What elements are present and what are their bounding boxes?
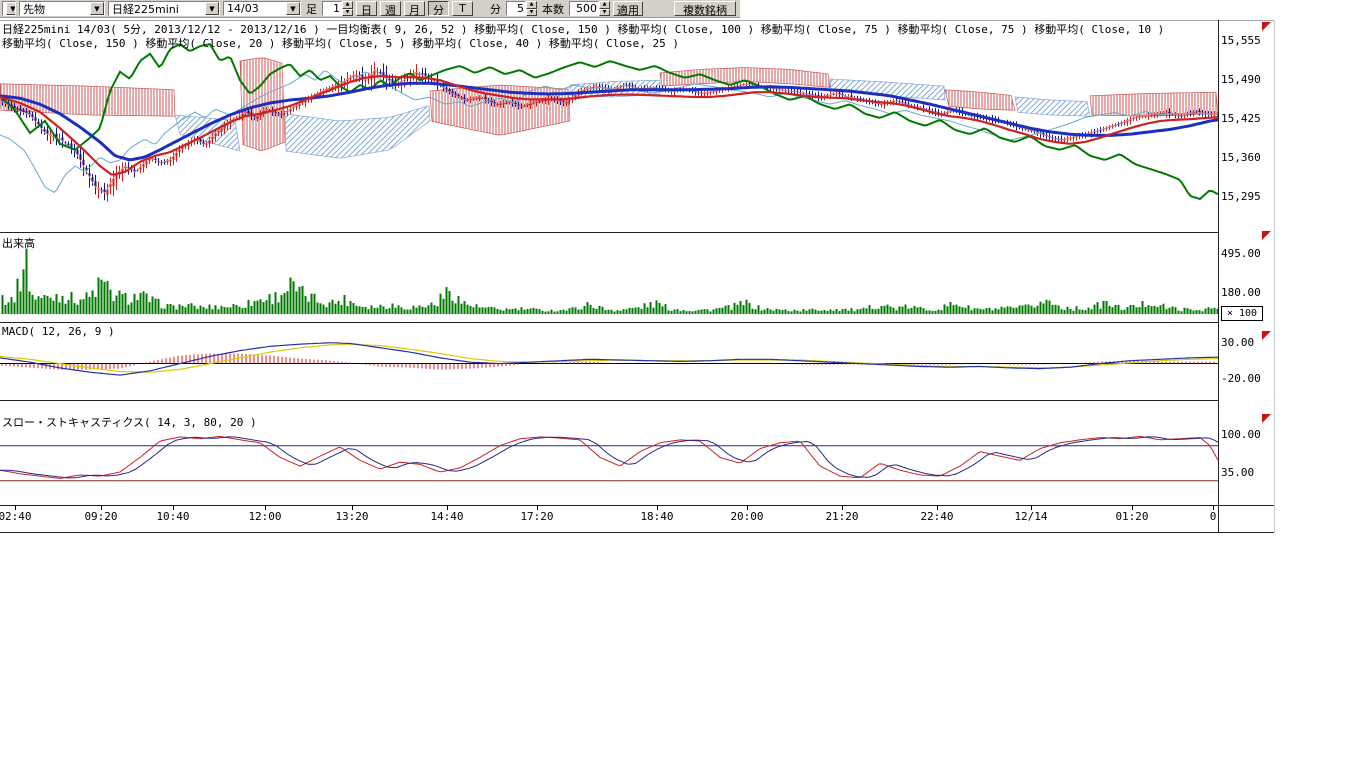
symbol-combo[interactable]: 日経225mini ▼: [108, 1, 220, 16]
category-combo[interactable]: 先物 ▼: [19, 1, 105, 16]
price-panel: [0, 44, 1219, 202]
minute-label: 分: [488, 1, 503, 17]
x-axis-label: 17:20: [520, 510, 553, 523]
y-axis-label: -20.00: [1221, 372, 1261, 385]
minute-stepper: ▲▼: [506, 1, 537, 16]
x-axis-label: 12:00: [248, 510, 281, 523]
contract-month-combo[interactable]: 14/03 ▼: [223, 1, 301, 16]
toolbar: ▼ 先物 ▼ 日経225mini ▼ 14/03 ▼ 足 ▲▼ 日 週 月 分 …: [0, 0, 740, 18]
collapsed-combo-stub[interactable]: ▼: [2, 1, 16, 16]
minute-input[interactable]: [506, 1, 526, 16]
chart-header-line2: 移動平均( Close, 150 ) 移動平均( Close, 20 ) 移動平…: [2, 35, 679, 51]
x-axis-label: 13:20: [335, 510, 368, 523]
y-axis-label: 30.00: [1221, 336, 1254, 349]
bar-interval-stepper: ▲▼: [322, 1, 353, 16]
period-minute-button[interactable]: 分: [428, 1, 449, 16]
stoch-panel: [0, 436, 1218, 481]
chart-area: 日経225mini 14/03( 5分, 2013/12/12 - 2013/1…: [0, 0, 1366, 540]
y-axis-label: 100.00: [1221, 428, 1261, 441]
x-axis-label: 02:40: [0, 510, 32, 523]
panel-grid: [0, 20, 1275, 533]
period-week-button[interactable]: 週: [380, 1, 401, 16]
y-axis-label: 15,425: [1221, 112, 1261, 125]
x-axis-label: 21:20: [825, 510, 858, 523]
chevron-down-icon[interactable]: ▼: [205, 2, 219, 15]
category-combo-value: 先物: [23, 1, 45, 16]
x-axis-label: 12/14: [1014, 510, 1047, 523]
time-axis: 02:40 09:20 10:40 12:00 13:20 14:40 17:20 18:40…: [0, 510, 1230, 524]
chart-canvas[interactable]: [0, 0, 1366, 540]
panel-scroll-arrow-icon[interactable]: [1262, 22, 1271, 31]
chevron-down-icon[interactable]: ▼: [286, 2, 300, 15]
volume-panel: [2, 249, 1219, 314]
bar-count-stepper: ▲▼: [569, 1, 610, 16]
period-day-button[interactable]: 日: [356, 1, 377, 16]
y-axis-label: 15,295: [1221, 190, 1261, 203]
bar-count-input[interactable]: [569, 1, 599, 16]
multi-symbol-button[interactable]: 複数銘柄: [674, 1, 736, 16]
x-axis-label: 22:40: [920, 510, 953, 523]
y-axis-label: 35.00: [1221, 466, 1254, 479]
x-axis-label: 18:40: [640, 510, 673, 523]
contract-month-value: 14/03: [227, 2, 259, 15]
chevron-down-icon[interactable]: ▼: [90, 2, 104, 15]
y-axis-label: 495.00: [1221, 247, 1261, 260]
macd-panel: [0, 343, 1218, 375]
panel-scroll-arrow-icon[interactable]: [1262, 231, 1271, 240]
x-axis-label: 0: [1210, 510, 1217, 523]
y-axis-label: 180.00: [1221, 286, 1261, 299]
apply-button[interactable]: 適用: [613, 1, 643, 16]
x-axis-label: 01:20: [1115, 510, 1148, 523]
period-tick-button[interactable]: T: [452, 1, 473, 16]
bar-count-label: 本数: [540, 1, 566, 17]
y-axis-label: 15,490: [1221, 73, 1261, 86]
bar-interval-input[interactable]: [322, 1, 342, 16]
x-axis-label: 20:00: [730, 510, 763, 523]
macd-panel-label: MACD( 12, 26, 9 ): [2, 325, 115, 338]
x-axis-label: 10:40: [156, 510, 189, 523]
chevron-down-icon[interactable]: ▼: [6, 2, 16, 15]
volume-multiplier-badge: × 100: [1221, 306, 1263, 321]
symbol-combo-value: 日経225mini: [112, 1, 179, 16]
x-axis-label: 14:40: [430, 510, 463, 523]
panel-scroll-arrow-icon[interactable]: [1262, 331, 1271, 340]
period-month-button[interactable]: 月: [404, 1, 425, 16]
y-axis-label: 15,360: [1221, 151, 1261, 164]
x-axis-label: 09:20: [84, 510, 117, 523]
spinner-arrows-icon[interactable]: ▲▼: [526, 1, 537, 16]
spinner-arrows-icon[interactable]: ▲▼: [599, 1, 610, 16]
panel-scroll-arrow-icon[interactable]: [1262, 414, 1271, 423]
spinner-arrows-icon[interactable]: ▲▼: [342, 1, 353, 16]
y-axis-label: 15,555: [1221, 34, 1261, 47]
volume-panel-label: 出来高: [2, 235, 35, 251]
stoch-panel-label: スロー・ストキャスティクス( 14, 3, 80, 20 ): [2, 414, 257, 430]
bar-type-label: 足: [304, 1, 319, 17]
